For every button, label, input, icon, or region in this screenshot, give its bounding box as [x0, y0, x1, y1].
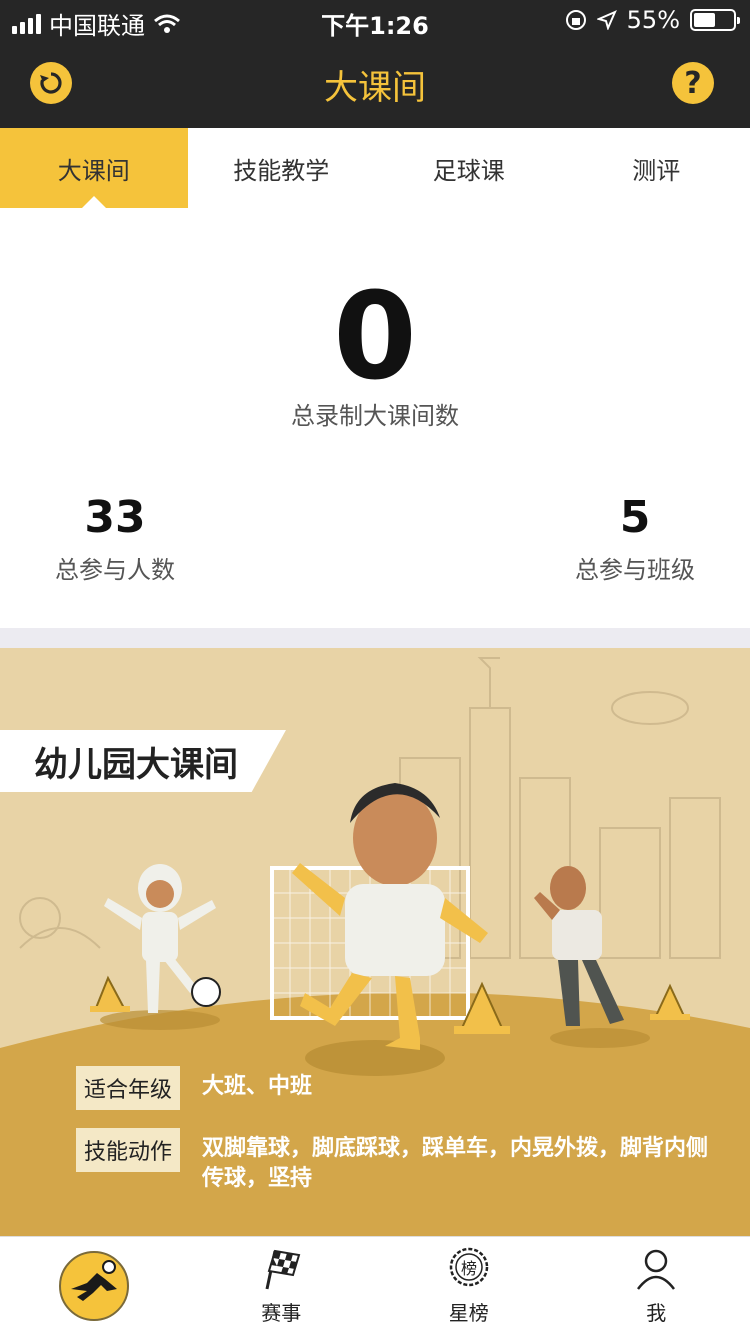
- tab-skill-teaching[interactable]: 技能教学: [188, 128, 376, 208]
- participants-label: 总参与人数: [55, 556, 175, 584]
- left-player: [104, 864, 221, 1013]
- cone-right: [650, 983, 690, 1020]
- classes-stat: 5 总参与班级: [530, 494, 740, 585]
- status-right: 55%: [565, 6, 740, 34]
- tab-events-label: 赛事: [261, 1301, 302, 1325]
- battery-icon: [690, 9, 740, 31]
- total-recordings-value: 0: [333, 268, 417, 407]
- ground-shape: [0, 992, 750, 1236]
- tab-ranking[interactable]: 榜 星榜: [375, 1237, 563, 1334]
- status-bar: 中国联通 下午1:26 55%: [0, 0, 750, 40]
- app-header: 中国联通 下午1:26 55% 大课间 ?: [0, 0, 750, 128]
- orientation-lock-icon: [565, 10, 586, 30]
- checkered-flag-icon: [265, 1249, 301, 1290]
- bottom-tab-bar: 赛事 榜 星榜 我: [0, 1236, 750, 1334]
- grade-row: 适合年级 大班、中班: [76, 1066, 722, 1110]
- home-soccer-icon: [58, 1250, 129, 1321]
- tab-assessment[interactable]: 测评: [563, 128, 750, 208]
- total-recordings-label: 总录制大课间数: [291, 402, 459, 430]
- ranking-badge-icon: 榜: [449, 1247, 488, 1287]
- page-title: 大课间: [324, 68, 426, 108]
- tab-break-time[interactable]: 大课间: [0, 128, 188, 208]
- kindergarten-banner[interactable]: 幼儿园大课间 适合年级 大班、中班 技能动作 双脚靠球，脚底踩球，踩单车，内晃外…: [0, 648, 750, 1236]
- user-icon: [637, 1249, 676, 1290]
- tab-home[interactable]: [0, 1237, 188, 1334]
- battery-fill: [694, 13, 715, 27]
- help-icon: ?: [684, 65, 702, 101]
- skill-value: 双脚靠球，脚底踩球，踩单车，内晃外拨，脚背内侧传球，坚持: [202, 1136, 709, 1191]
- cone-left: [90, 975, 130, 1012]
- classes-label: 总参与班级: [575, 556, 695, 584]
- location-arrow-icon: [596, 10, 617, 30]
- tab-events[interactable]: 赛事: [188, 1237, 376, 1334]
- section-divider: [0, 628, 750, 648]
- grade-value: 大班、中班: [202, 1074, 313, 1099]
- help-button[interactable]: ?: [672, 62, 714, 104]
- nav-bar: 大课间 ?: [0, 40, 750, 128]
- stats-panel: 0 总录制大课间数 33 总参与人数 5 总参与班级: [0, 208, 750, 628]
- participants-stat: 33 总参与人数: [10, 494, 220, 585]
- battery-percent: 55%: [626, 6, 680, 34]
- tab-me[interactable]: 我: [563, 1237, 750, 1334]
- classes-value: 5: [619, 492, 651, 543]
- banner-title: 幼儿园大课间: [0, 730, 286, 792]
- ranking-badge-glyph: 榜: [461, 1259, 477, 1278]
- grade-tag: 适合年级: [76, 1066, 181, 1110]
- tab-ranking-label: 星榜: [448, 1301, 489, 1325]
- skill-tag: 技能动作: [76, 1128, 181, 1172]
- participants-value: 33: [84, 492, 146, 543]
- tab-me-label: 我: [646, 1301, 667, 1325]
- top-tabs: 大课间 技能教学 足球课 测评: [0, 128, 750, 208]
- skill-row: 技能动作 双脚靠球，脚底踩球，踩单车，内晃外拨，脚背内侧传球，坚持: [76, 1128, 722, 1194]
- tab-football-class[interactable]: 足球课: [375, 128, 563, 208]
